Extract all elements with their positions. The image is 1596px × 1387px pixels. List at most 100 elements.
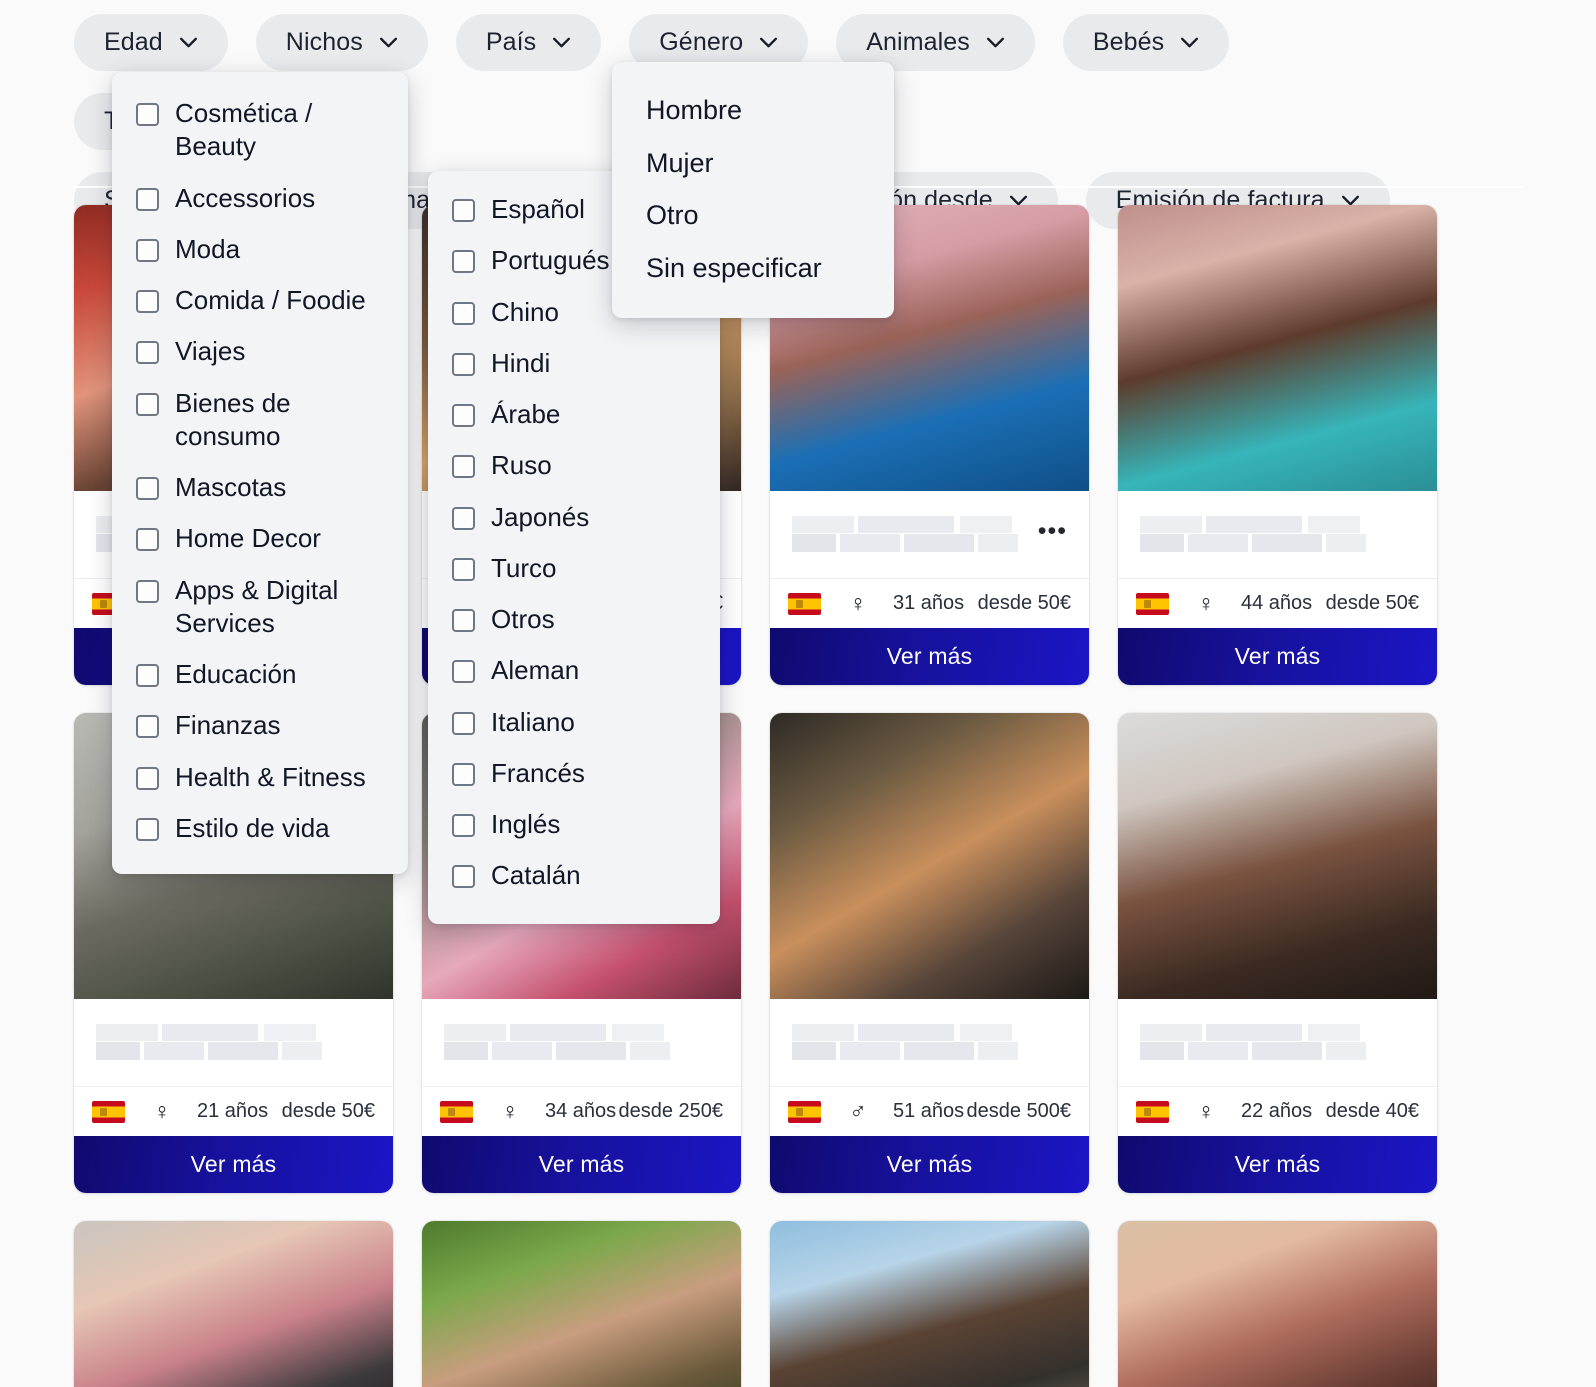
dropdown-option-label: Apps & Digital Services (175, 574, 339, 638)
checkbox-icon[interactable] (136, 341, 159, 365)
dropdown-option-idiomas[interactable]: Italiano (428, 697, 720, 748)
checkbox-icon[interactable] (452, 609, 475, 633)
creator-card[interactable] (422, 1221, 741, 1387)
checkbox-icon[interactable] (452, 660, 475, 684)
ver-mas-button[interactable]: Ver más (1118, 628, 1437, 685)
dropdown-option-nichos[interactable]: Accessorios (112, 173, 408, 224)
checkbox-icon[interactable] (452, 352, 475, 376)
dropdown-option-idiomas[interactable]: Otros (428, 594, 720, 645)
creator-price: desde 50€ (977, 592, 1071, 614)
dropdown-option-genero[interactable]: Mujer (612, 137, 894, 190)
chevron-down-icon (379, 37, 397, 48)
filter-bebes[interactable]: Bebés (1062, 14, 1230, 71)
creator-age: 51 años (893, 1100, 965, 1122)
checkbox-icon[interactable] (452, 711, 475, 735)
dropdown-option-idiomas[interactable]: Árabe (428, 389, 720, 440)
creator-photo (1118, 1221, 1437, 1387)
checkbox-icon[interactable] (452, 762, 475, 786)
checkbox-icon[interactable] (136, 528, 159, 552)
dropdown-option-genero[interactable]: Sin especificar (612, 242, 894, 295)
filter-chip-label: Bebés (1092, 28, 1165, 56)
checkbox-icon[interactable] (136, 290, 159, 314)
dropdown-option-nichos[interactable]: Mascotas (112, 462, 408, 513)
filter-chip-label: País (485, 28, 537, 56)
dropdown-option-idiomas[interactable]: Francés (428, 748, 720, 799)
dropdown-option-label: Hindi (491, 347, 551, 378)
creator-name-redacted (1140, 1024, 1415, 1061)
dropdown-option-idiomas[interactable]: Japonés (428, 492, 720, 543)
creator-name-redacted (792, 1024, 1067, 1061)
dropdown-option-idiomas[interactable]: Catalán (428, 850, 720, 901)
creator-card[interactable] (1118, 1221, 1437, 1387)
checkbox-icon[interactable] (452, 250, 475, 274)
filter-edad[interactable]: Edad (74, 14, 228, 71)
dropdown-option-nichos[interactable]: Finanzas (112, 700, 408, 751)
creator-age: 21 años (197, 1100, 269, 1122)
creator-name-row (422, 999, 741, 1086)
checkbox-icon[interactable] (136, 664, 159, 688)
checkbox-icon[interactable] (452, 506, 475, 530)
dropdown-option-label: Bienes de consumo (175, 387, 291, 451)
dropdown-option-nichos[interactable]: Cosmética / Beauty (112, 88, 408, 173)
checkbox-icon[interactable] (136, 392, 159, 416)
dropdown-option-idiomas[interactable]: Aleman (428, 645, 720, 696)
checkbox-icon[interactable] (452, 557, 475, 581)
checkbox-icon[interactable] (452, 865, 475, 889)
creator-photo (422, 1221, 741, 1387)
checkbox-icon[interactable] (136, 715, 159, 739)
dropdown-option-label: Turco (491, 552, 557, 583)
checkbox-icon[interactable] (136, 103, 159, 126)
dropdown-option-nichos[interactable]: Bienes de consumo (112, 378, 408, 463)
creator-card[interactable]: ♀ 22 años desde 40€ Ver más (1118, 713, 1437, 1193)
checkbox-icon[interactable] (452, 814, 475, 838)
dropdown-option-label: Catalán (491, 860, 581, 891)
filter-nichos[interactable]: Nichos (255, 14, 428, 71)
dropdown-panel-nichos[interactable]: Cosmética / Beauty Accessorios Moda Comida … (112, 72, 408, 875)
dropdown-option-label: Hombre (646, 95, 743, 125)
dropdown-option-nichos[interactable]: Viajes (112, 326, 408, 377)
creator-card[interactable]: ♀ 44 años desde 50€ Ver más (1118, 205, 1437, 685)
checkbox-icon[interactable] (136, 238, 159, 262)
creator-card[interactable] (74, 1221, 393, 1387)
dropdown-option-idiomas[interactable]: Turco (428, 543, 720, 594)
checkbox-icon[interactable] (452, 455, 475, 479)
ver-mas-button[interactable]: Ver más (770, 628, 1089, 685)
creator-card[interactable] (770, 1221, 1089, 1387)
dropdown-option-idiomas[interactable]: Ruso (428, 440, 720, 491)
checkbox-icon[interactable] (136, 817, 159, 841)
checkbox-icon[interactable] (452, 199, 475, 222)
dropdown-option-label: Accessorios (175, 182, 316, 213)
ver-mas-button[interactable]: Ver más (1118, 1136, 1437, 1193)
creator-card[interactable]: ♂ 51 años desde 500€ Ver más (770, 713, 1089, 1193)
checkbox-icon[interactable] (452, 301, 475, 325)
ver-mas-button[interactable]: Ver más (74, 1136, 393, 1193)
creator-price: desde 250€ (618, 1100, 723, 1122)
filter-pais[interactable]: País (455, 14, 602, 71)
chevron-down-icon (986, 37, 1004, 48)
dropdown-option-nichos[interactable]: Moda (112, 224, 408, 275)
dropdown-option-label: Árabe (491, 399, 561, 430)
dropdown-option-nichos[interactable]: Educación (112, 649, 408, 700)
dropdown-option-nichos[interactable]: Home Decor (112, 513, 408, 564)
ver-mas-button[interactable]: Ver más (422, 1136, 741, 1193)
dropdown-option-nichos[interactable]: Estilo de vida (112, 803, 408, 854)
dropdown-option-label: Ruso (491, 450, 552, 481)
dropdown-option-nichos[interactable]: Health & Fitness (112, 752, 408, 803)
checkbox-icon[interactable] (452, 404, 475, 428)
ver-mas-button[interactable]: Ver más (770, 1136, 1089, 1193)
checkbox-icon[interactable] (136, 187, 159, 211)
checkbox-icon[interactable] (136, 766, 159, 790)
dropdown-option-idiomas[interactable]: Inglés (428, 799, 720, 850)
checkbox-icon[interactable] (136, 477, 159, 501)
dropdown-option-genero[interactable]: Otro (612, 189, 894, 242)
dropdown-option-label: Comida / Foodie (175, 285, 366, 316)
checkbox-icon[interactable] (136, 579, 159, 603)
dropdown-option-nichos[interactable]: Apps & Digital Services (112, 565, 408, 650)
creator-age: 44 años (1241, 592, 1313, 614)
creator-photo (770, 713, 1089, 999)
dropdown-option-genero[interactable]: Hombre (612, 84, 894, 137)
dropdown-option-idiomas[interactable]: Hindi (428, 338, 720, 389)
dropdown-option-label: Viajes (175, 336, 246, 367)
dropdown-option-nichos[interactable]: Comida / Foodie (112, 275, 408, 326)
dropdown-panel-genero[interactable]: Hombre Mujer Otro Sin especificar (612, 62, 894, 319)
